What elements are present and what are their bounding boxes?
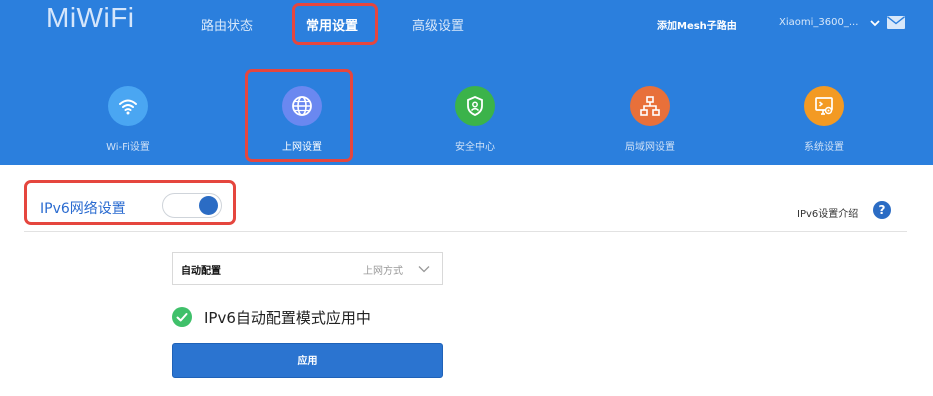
device-name[interactable]: Xiaomi_3600_... — [779, 17, 858, 28]
system-settings-icon — [804, 86, 844, 126]
highlight-box-ipv6-toggle — [24, 180, 236, 225]
top-header: MiWiFi 路由状态 常用设置 高级设置 添加Mesh子路由 Xiaomi_3… — [0, 0, 933, 165]
category-label: 系统设置 — [804, 142, 844, 153]
apply-button[interactable]: 应用 — [172, 343, 443, 378]
select-hint: 上网方式 — [363, 266, 403, 277]
chevron-down-icon[interactable] — [869, 18, 881, 28]
question-icon[interactable]: ? — [873, 201, 891, 219]
category-system-settings[interactable]: 系统设置 — [774, 86, 874, 153]
category-wifi-settings[interactable]: Wi-Fi设置 — [78, 86, 178, 153]
tab-router-status[interactable]: 路由状态 — [201, 15, 253, 34]
mail-icon[interactable] — [887, 16, 905, 29]
connection-mode-select[interactable]: 自动配置 上网方式 — [172, 252, 443, 285]
ipv6-intro-link[interactable]: IPv6设置介绍 — [797, 205, 858, 220]
highlight-box-common-settings — [292, 3, 378, 45]
status-message: IPv6自动配置模式应用中 — [204, 309, 371, 327]
shield-icon — [455, 86, 495, 126]
category-security-center[interactable]: 安全中心 — [425, 86, 525, 153]
wifi-icon — [108, 86, 148, 126]
add-mesh-link[interactable]: 添加Mesh子路由 — [657, 17, 737, 32]
select-value: 自动配置 — [181, 266, 221, 277]
category-label: 局域网设置 — [625, 142, 675, 153]
category-lan-settings[interactable]: 局域网设置 — [600, 86, 700, 153]
network-icon — [630, 86, 670, 126]
chevron-down-icon — [418, 266, 430, 273]
miwifi-logo: MiWiFi — [46, 2, 135, 33]
category-label: Wi-Fi设置 — [106, 142, 150, 153]
check-circle-icon — [172, 307, 192, 327]
category-label: 安全中心 — [455, 142, 495, 153]
tab-advanced-settings[interactable]: 高级设置 — [412, 15, 464, 34]
highlight-box-internet-settings — [245, 69, 353, 162]
section-divider — [24, 231, 907, 232]
